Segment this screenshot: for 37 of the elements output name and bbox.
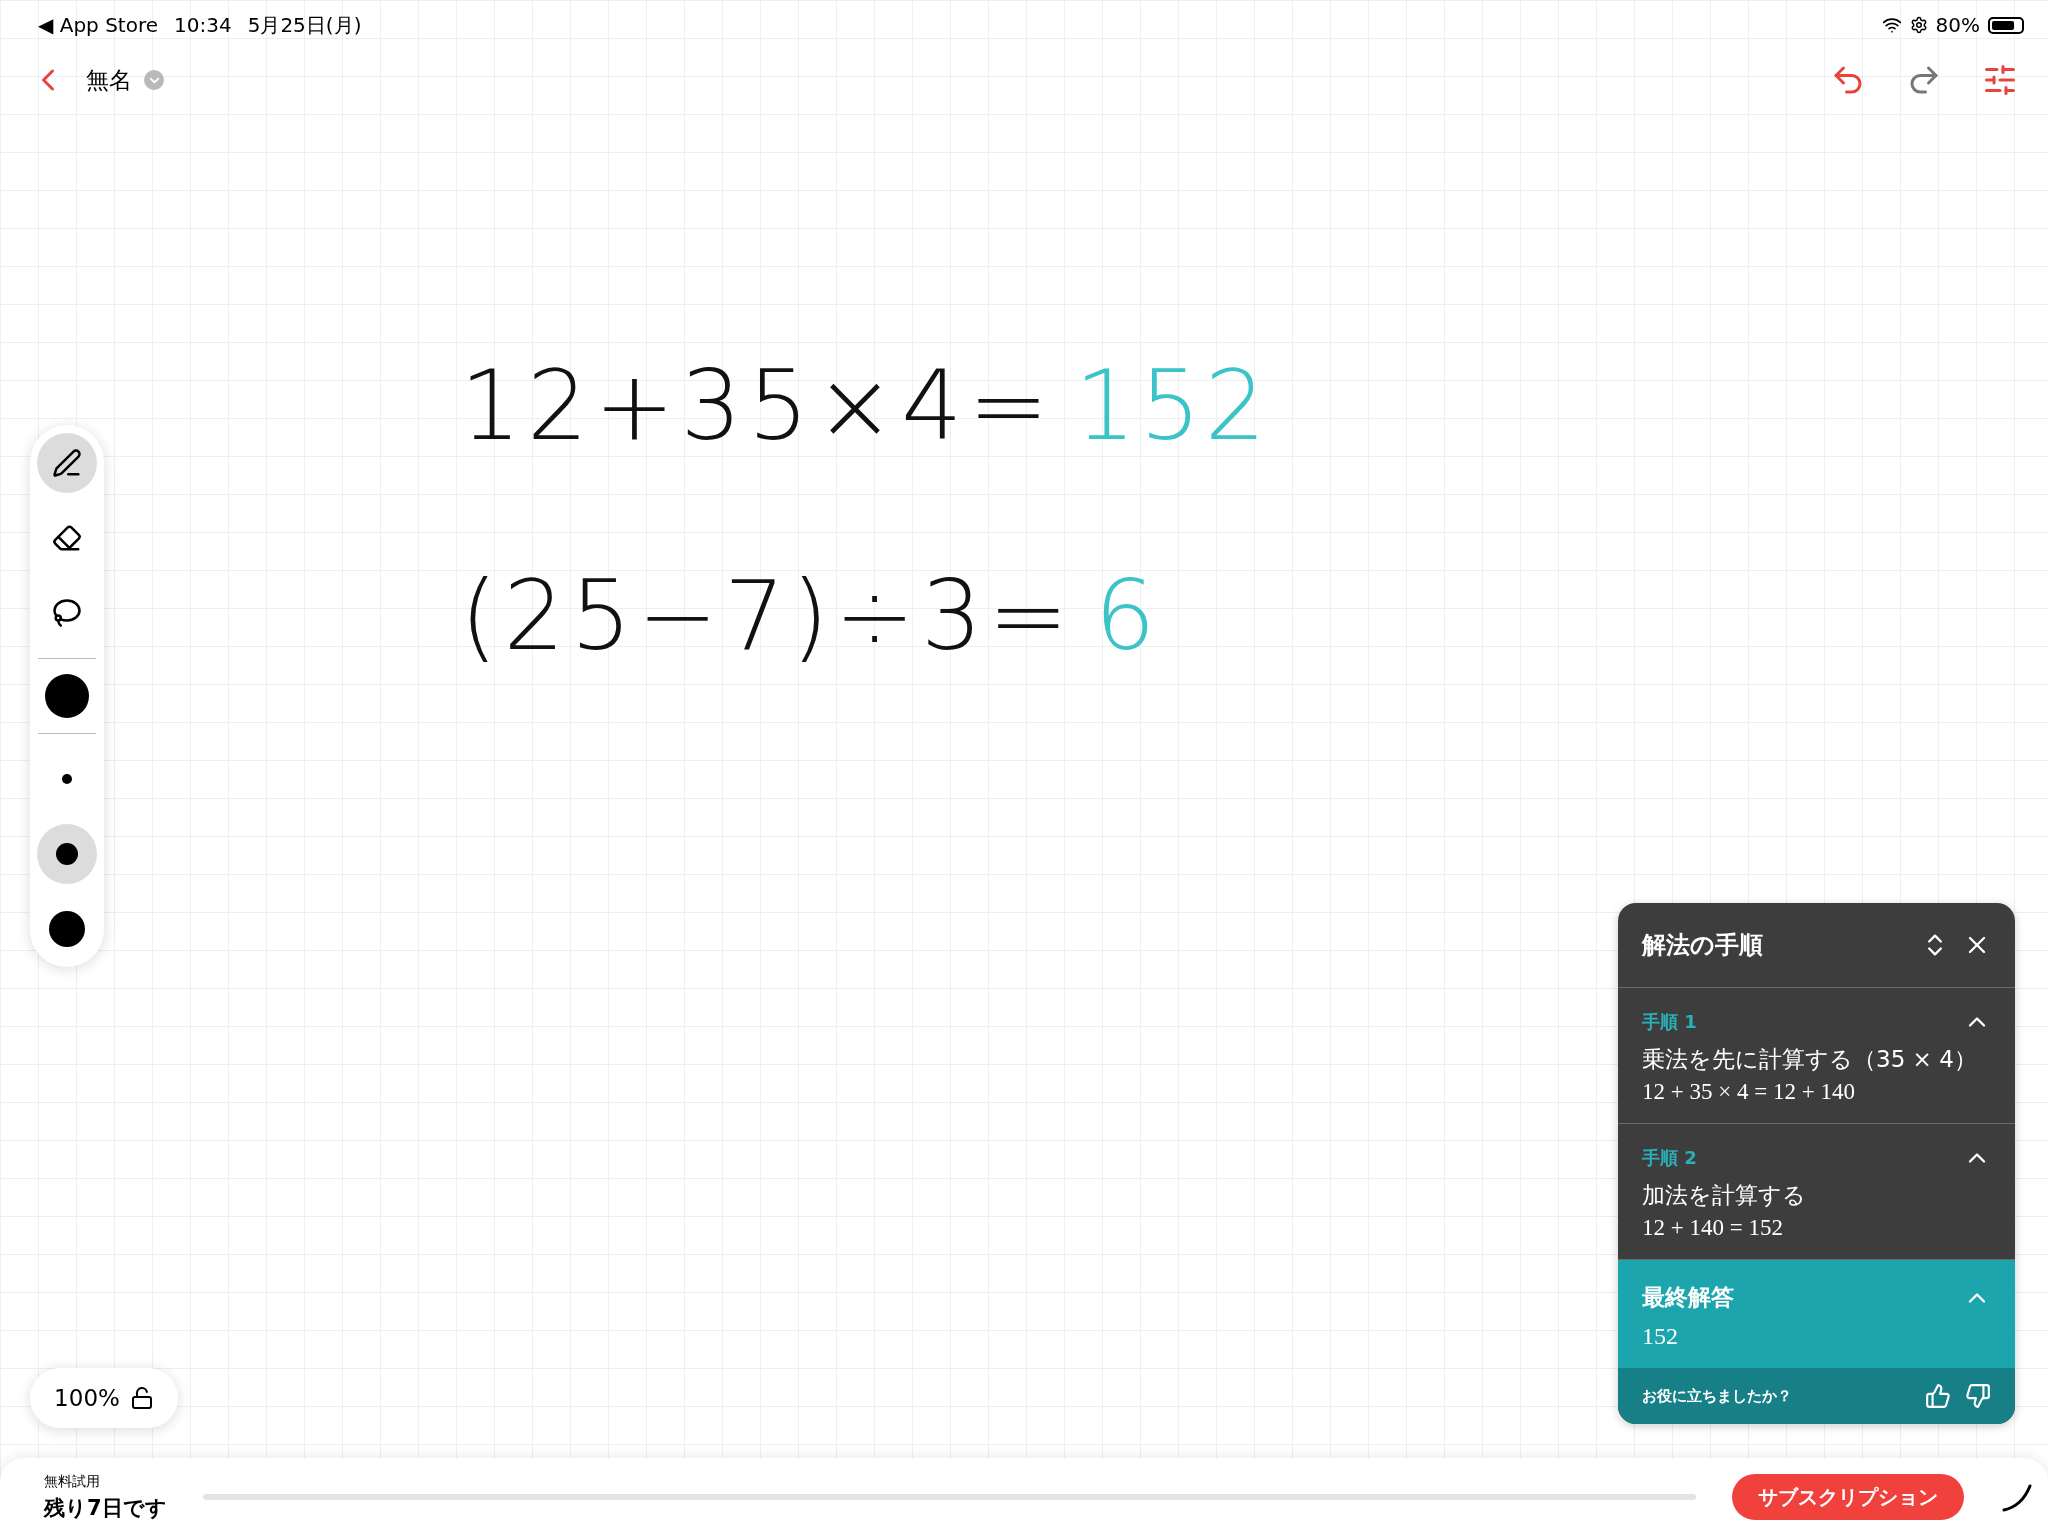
final-answer-value: 152 (1642, 1323, 1679, 1350)
thumbs-up-button[interactable] (1925, 1383, 1951, 1409)
battery-icon (1988, 16, 2024, 34)
wifi-icon (1881, 15, 1902, 35)
thumbs-down-button[interactable] (1965, 1383, 1991, 1409)
stroke-size-button[interactable] (37, 824, 97, 884)
handwritten-answer: 152 (1074, 350, 1270, 462)
pen-tool-button[interactable] (37, 433, 97, 493)
battery-percent: 80% (1935, 13, 1980, 37)
zoom-control[interactable]: 100% (30, 1368, 178, 1428)
panel-title: 解法の手順 (1642, 930, 1763, 961)
final-answer-label: 最終解答 (1642, 1283, 1734, 1312)
settings-button[interactable] (1982, 62, 2018, 98)
handwritten-expression: 12+35×4= (460, 350, 1055, 462)
subscription-button[interactable]: サブスクリプション (1732, 1474, 1964, 1520)
gear-icon (1909, 16, 1928, 34)
handwritten-expression: (25−7)÷3= (460, 560, 1075, 672)
feedback-question: お役に立ちましたか？ (1642, 1386, 1792, 1406)
trial-label: 無料試用 (44, 1472, 101, 1491)
pen-icon (52, 448, 82, 478)
step-description: 乗法を先に計算する（35 × 4） (1642, 1045, 1978, 1074)
step-description: 加法を計算する (1642, 1181, 1807, 1210)
step-equation: 12 + 140 = 152 (1642, 1215, 1784, 1241)
eraser-icon (52, 523, 82, 553)
lasso-icon (52, 598, 82, 628)
handwritten-answer: 6 (1094, 560, 1160, 672)
date-text: 5月25日(月) (247, 11, 362, 39)
step-label: 手順 2 (1642, 1146, 1697, 1170)
document-title[interactable]: 無名 (86, 64, 132, 96)
step-label: 手順 1 (1642, 1010, 1697, 1034)
trial-remaining: 残り7日です (44, 1494, 167, 1522)
unlock-icon[interactable] (129, 1386, 154, 1410)
step-equation: 12 + 35 × 4 = 12 + 140 (1642, 1079, 1856, 1105)
clock-time: 10:34 (174, 13, 232, 37)
color-swatch[interactable] (45, 674, 89, 718)
back-to-app-link[interactable]: ◀ App Store (38, 13, 159, 37)
zoom-level: 100% (54, 1385, 120, 1411)
